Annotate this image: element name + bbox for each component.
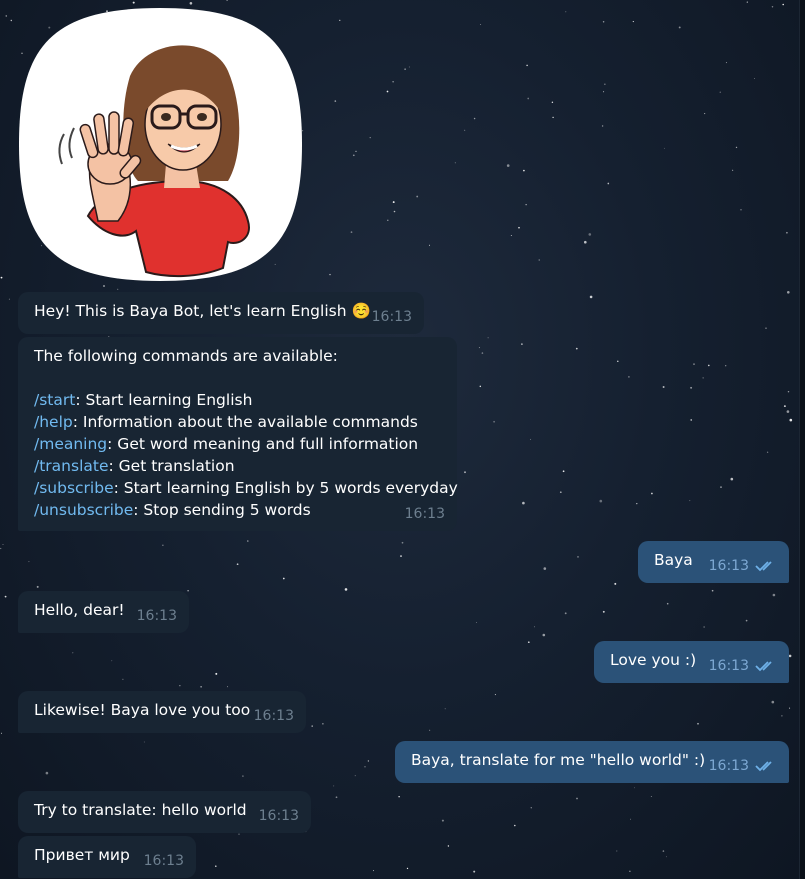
message-bubble-incoming[interactable]: Привет мир 16:13 bbox=[18, 836, 196, 878]
message-time: 16:13 bbox=[253, 708, 294, 724]
message-bubble-incoming[interactable]: Hello, dear! 16:13 bbox=[18, 591, 189, 633]
commands-intro: The following commands are available: bbox=[34, 347, 338, 365]
command-description: : Start learning English by 5 words ever… bbox=[113, 479, 458, 497]
command-description: : Get word meaning and full information bbox=[107, 435, 419, 453]
message-bubble-incoming[interactable]: Likewise! Baya love you too 16:13 bbox=[18, 691, 306, 733]
command-line: /subscribe: Start learning English by 5 … bbox=[34, 477, 458, 499]
double-check-icon bbox=[755, 761, 772, 772]
message-time: 16:13 bbox=[136, 608, 177, 624]
message-text: Likewise! Baya love you too bbox=[34, 701, 251, 719]
double-check-icon bbox=[755, 561, 772, 572]
message-bubble-outgoing[interactable]: Baya, translate for me "hello world" :) … bbox=[395, 741, 789, 783]
message-bubble-incoming[interactable]: Hey! This is Baya Bot, let's learn Engli… bbox=[18, 292, 424, 334]
message-time: 16:13 bbox=[708, 558, 749, 574]
message-text: Try to translate: hello world bbox=[34, 801, 247, 819]
message-text: Baya bbox=[654, 551, 693, 569]
message-bubble-outgoing[interactable]: Love you :) 16:13 bbox=[594, 641, 789, 683]
message-time: 16:13 bbox=[708, 658, 749, 674]
waving-girl-sticker[interactable] bbox=[18, 6, 303, 282]
window-edge bbox=[799, 0, 805, 879]
message-bubble-incoming[interactable]: Try to translate: hello world 16:13 bbox=[18, 791, 311, 833]
command-link-translate[interactable]: /translate bbox=[34, 457, 109, 475]
message-text: Привет мир bbox=[34, 846, 130, 864]
command-line: /meaning: Get word meaning and full info… bbox=[34, 433, 441, 455]
command-line: /help: Information about the available c… bbox=[34, 411, 441, 433]
command-link-meaning[interactable]: /meaning bbox=[34, 435, 107, 453]
message-text: Love you :) bbox=[610, 651, 697, 669]
message-bubble-outgoing[interactable]: Baya 16:13 bbox=[638, 541, 789, 583]
command-description: : Information about the available comman… bbox=[72, 413, 418, 431]
command-description: : Get translation bbox=[108, 457, 235, 475]
message-time: 16:13 bbox=[258, 808, 299, 824]
command-line: /start: Start learning English bbox=[34, 389, 441, 411]
command-link-start[interactable]: /start bbox=[34, 391, 75, 409]
message-time: 16:13 bbox=[708, 758, 749, 774]
message-time: 16:13 bbox=[404, 506, 445, 522]
message-text: Hello, dear! bbox=[34, 601, 125, 619]
message-time: 16:13 bbox=[143, 853, 184, 869]
command-description: : Stop sending 5 words bbox=[133, 501, 311, 519]
message-text: Hey! This is Baya Bot, let's learn Engli… bbox=[34, 302, 347, 320]
command-description: : Start learning English bbox=[75, 391, 253, 409]
smiling-face-emoji-icon: ☺️ bbox=[351, 302, 371, 320]
command-link-unsubscribe[interactable]: /unsubscribe bbox=[34, 501, 133, 519]
message-bubble-incoming[interactable]: The following commands are available: /s… bbox=[18, 337, 458, 531]
message-time: 16:13 bbox=[371, 309, 412, 325]
command-line: /unsubscribe: Stop sending 5 words bbox=[34, 499, 441, 521]
command-link-subscribe[interactable]: /subscribe bbox=[34, 479, 114, 497]
double-check-icon bbox=[755, 661, 772, 672]
command-line: /translate: Get translation bbox=[34, 455, 441, 477]
message-text: Baya, translate for me "hello world" :) bbox=[411, 751, 706, 769]
command-link-help[interactable]: /help bbox=[34, 413, 73, 431]
